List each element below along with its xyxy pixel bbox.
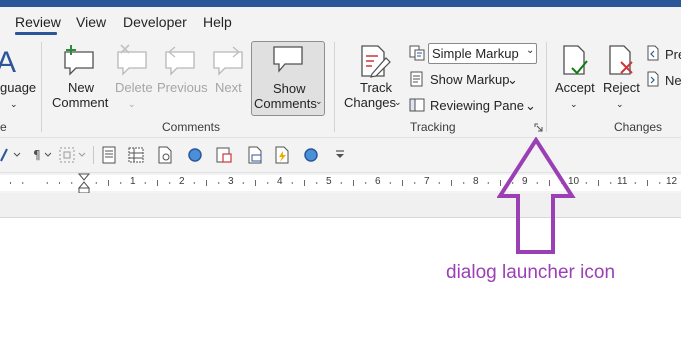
annotation-arrow-icon xyxy=(497,137,576,254)
group-divider xyxy=(334,42,335,132)
show-comments-icon xyxy=(273,46,303,73)
page-layout-icon[interactable] xyxy=(101,146,117,164)
ruler-number: 5 xyxy=(326,176,332,187)
title-bar-edge xyxy=(0,0,681,7)
group-divider xyxy=(546,42,547,132)
track-changes-label-2: Changes xyxy=(344,95,397,110)
show-comments-label-2: Comments xyxy=(254,96,317,111)
next-label: Next xyxy=(215,80,242,95)
selection-pane-icon[interactable] xyxy=(58,146,88,164)
previous-comment-button[interactable]: Previous xyxy=(155,42,208,117)
svg-text:A: A xyxy=(0,46,16,79)
show-markup-button[interactable]: Show Markup ⌄ xyxy=(407,69,518,89)
blue-circle-icon[interactable] xyxy=(302,146,320,164)
tracking-dialog-launcher-icon[interactable] xyxy=(534,123,544,133)
text-direction-icon[interactable] xyxy=(0,147,22,163)
show-markup-label: Show Markup xyxy=(430,72,510,87)
previous-change-icon xyxy=(647,45,659,61)
group-label-comments: Comments xyxy=(162,120,221,134)
reject-icon xyxy=(609,45,633,75)
new-comment-icon xyxy=(64,45,94,76)
ruler-number: 7 xyxy=(424,176,430,187)
tab-developer[interactable]: Developer xyxy=(123,14,187,30)
previous-comment-icon xyxy=(165,46,195,76)
language-icon: A xyxy=(0,46,16,79)
show-markup-icon xyxy=(410,71,423,87)
track-changes-icon xyxy=(361,45,391,78)
show-comments-label-1: Show xyxy=(273,81,306,96)
ruler-number: 12 xyxy=(666,176,678,187)
group-label-tracking: Tracking xyxy=(410,120,456,134)
document-mail-icon[interactable] xyxy=(246,146,264,164)
page-gap xyxy=(0,193,681,218)
next-change-icon xyxy=(647,71,659,87)
svg-text:¶: ¶ xyxy=(33,148,41,162)
display-for-review-icon xyxy=(409,45,425,61)
new-comment-button[interactable]: New Comment xyxy=(50,42,110,117)
reviewing-pane-icon xyxy=(409,98,425,112)
document-search-icon[interactable] xyxy=(156,146,174,164)
tab-review[interactable]: Review xyxy=(15,14,61,30)
delete-comment-icon xyxy=(117,44,147,76)
chevron-down-icon: ⌄ xyxy=(526,45,535,56)
chevron-down-icon: ⌄ xyxy=(394,97,402,107)
previous-label: Previous xyxy=(157,80,208,95)
annotation-label: dialog launcher icon xyxy=(446,262,616,283)
new-comment-label-1: New xyxy=(68,80,95,95)
language-button[interactable]: A guage ⌄ xyxy=(0,42,36,117)
chevron-down-icon: ⌄ xyxy=(128,99,136,109)
track-changes-button[interactable]: Track Changes ⌄ xyxy=(340,42,402,117)
chevron-down-icon: ⌄ xyxy=(525,98,536,113)
accept-label: Accept xyxy=(555,80,595,95)
accept-button[interactable]: Accept ⌄ xyxy=(552,42,596,117)
ruler-number: 1 xyxy=(130,176,136,187)
ruler-number: 3 xyxy=(228,176,234,187)
customize-toolbar-icon[interactable] xyxy=(333,148,347,162)
ruler-number: 6 xyxy=(375,176,381,187)
next-comment-icon xyxy=(213,46,243,76)
reject-button[interactable]: Reject ⌄ xyxy=(598,42,642,117)
group-label-changes: Changes xyxy=(614,120,663,134)
previous-change-button[interactable]: Pre xyxy=(646,44,681,64)
chevron-down-icon: ⌄ xyxy=(315,96,323,106)
reviewing-pane-label: Reviewing Pane xyxy=(430,98,524,113)
chevron-down-icon: ⌄ xyxy=(10,99,18,109)
track-changes-label-1: Track xyxy=(360,80,393,95)
group-divider xyxy=(41,42,42,132)
ruler-number: 2 xyxy=(179,176,185,187)
paragraph-mark-icon[interactable]: ¶ xyxy=(33,147,55,163)
accept-icon xyxy=(563,45,588,75)
display-for-review-value: Simple Markup xyxy=(432,46,519,61)
document-red-icon[interactable] xyxy=(215,146,233,164)
ruler-number: 4 xyxy=(277,176,283,187)
chevron-down-icon: ⌄ xyxy=(616,99,624,109)
indent-marker-icon[interactable] xyxy=(77,173,91,195)
next-change-button[interactable]: Ne xyxy=(646,70,681,90)
document-flash-icon[interactable] xyxy=(273,146,291,164)
next-comment-button[interactable]: Next xyxy=(207,42,249,117)
delete-label: Delete xyxy=(115,80,153,95)
toolbar-divider xyxy=(93,146,94,164)
chevron-down-icon: ⌄ xyxy=(570,99,578,109)
reviewing-pane-button[interactable]: Reviewing Pane ⌄ xyxy=(407,95,536,115)
tab-help[interactable]: Help xyxy=(203,14,232,30)
new-comment-label-2: Comment xyxy=(52,95,109,110)
previous-change-label: Pre xyxy=(665,47,681,62)
ruler-number: 8 xyxy=(473,176,479,187)
table-grid-icon[interactable] xyxy=(127,146,145,164)
ruler-number: 11 xyxy=(617,176,628,187)
blue-circle-icon[interactable] xyxy=(186,146,204,164)
reject-label: Reject xyxy=(603,80,640,95)
delete-comment-button[interactable]: Delete ⌄ xyxy=(110,42,154,117)
language-label: guage xyxy=(0,80,37,95)
next-change-label: Ne xyxy=(665,73,681,88)
chevron-down-icon: ⌄ xyxy=(507,72,518,87)
group-label-language-partial: e xyxy=(0,120,7,134)
tab-view[interactable]: View xyxy=(76,14,106,30)
